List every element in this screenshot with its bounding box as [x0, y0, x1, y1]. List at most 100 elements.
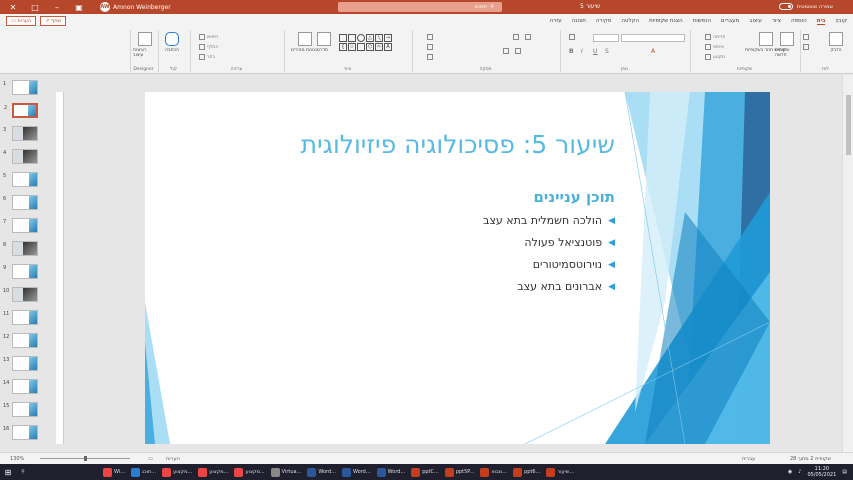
- comments-button[interactable]: ▭ הערות: [6, 16, 37, 26]
- slide-thumbnail[interactable]: 16: [3, 425, 38, 440]
- normal-view-icon[interactable]: ▭: [148, 456, 153, 462]
- dictate-button[interactable]: הכתבה: [165, 32, 179, 53]
- ribbon-tab[interactable]: תצוגה: [572, 18, 586, 24]
- brace-shape-icon[interactable]: {: [339, 43, 347, 51]
- slide-thumbnail[interactable]: 5: [3, 172, 38, 187]
- slide-thumbnail[interactable]: 1: [3, 80, 38, 95]
- bullet-list[interactable]: ◀ הולכה חשמלית בתא עצב ◀ פוטנציאל פעולה ◀ נוי…: [483, 214, 615, 302]
- start-button[interactable]: ⊞: [0, 465, 16, 479]
- hexagon-shape-icon[interactable]: ⬡: [366, 43, 374, 51]
- ribbon-tab[interactable]: הצגת שקופיות: [649, 18, 683, 24]
- smartart-button[interactable]: [427, 54, 433, 60]
- autosave-control[interactable]: שמירה אוטומטית: [778, 3, 833, 10]
- ribbon-tab[interactable]: ציור: [772, 18, 781, 24]
- taskbar-app-button[interactable]: Word...: [304, 465, 339, 479]
- taskbar-app-button[interactable]: Virtua...: [268, 465, 305, 479]
- volume-icon[interactable]: ♪: [798, 469, 801, 475]
- taskbar-app-button[interactable]: Word...: [374, 465, 409, 479]
- taskbar-app-button[interactable]: Word...: [339, 465, 374, 479]
- taskbar-search-button[interactable]: ⚲: [16, 465, 30, 479]
- taskbar-app-button[interactable]: מקצוע...: [195, 465, 231, 479]
- search-input[interactable]: חיפוש ⚲: [338, 2, 502, 12]
- zoom-level[interactable]: 130%: [10, 456, 24, 462]
- reuse-slides-button[interactable]: שימוש חוזר בשקופיות: [745, 32, 786, 53]
- bullets-button[interactable]: [513, 34, 519, 40]
- italic-button[interactable]: I: [581, 48, 583, 55]
- notes-button[interactable]: הערות: [166, 456, 180, 462]
- rectangle-shape-icon[interactable]: [339, 34, 347, 42]
- line-shape-icon[interactable]: ╲: [375, 34, 383, 42]
- section-button[interactable]: מקטע: [705, 54, 725, 60]
- grow-font-button[interactable]: [569, 34, 575, 40]
- scrollbar-thumb[interactable]: [846, 95, 851, 155]
- bullet-item[interactable]: ◀ אברונים בתא עצב: [483, 280, 615, 293]
- align-text-button[interactable]: [427, 44, 433, 50]
- cut-button[interactable]: [803, 34, 809, 40]
- ribbon-tab[interactable]: מעברים: [721, 18, 739, 24]
- ribbon-tab[interactable]: סקירה: [596, 18, 611, 24]
- share-button[interactable]: ↗ שתף: [40, 16, 67, 26]
- rectangle-shape-icon[interactable]: [357, 43, 365, 51]
- bold-button[interactable]: B: [569, 48, 574, 55]
- slide-subtitle[interactable]: תוכן עניינים: [533, 188, 615, 206]
- ribbon-tab[interactable]: עיצוב: [749, 18, 762, 24]
- slide-thumbnail[interactable]: 2: [4, 103, 38, 118]
- slide-thumbnail[interactable]: 4: [3, 149, 38, 164]
- text-direction-button[interactable]: [427, 34, 433, 40]
- ribbon-tab[interactable]: בית: [816, 18, 826, 25]
- layout-button[interactable]: פריסה: [705, 34, 725, 40]
- ribbon-tab[interactable]: הקלטה: [621, 18, 639, 24]
- taskbar-app-button[interactable]: מבוא...: [477, 465, 510, 479]
- slide-thumbnail[interactable]: 13: [3, 356, 38, 371]
- slide-canvas[interactable]: שיעור 5: פסיכולוגיה פיזיולוגית תוכן עניי…: [145, 92, 770, 444]
- slide-thumbnail[interactable]: 3: [3, 126, 38, 141]
- ribbon-tab[interactable]: הנפשות: [693, 18, 711, 24]
- strikethrough-button[interactable]: S: [605, 48, 609, 55]
- font-name-select[interactable]: [621, 34, 685, 42]
- align-center-button[interactable]: [515, 48, 521, 54]
- zoom-slider[interactable]: [40, 456, 130, 461]
- autosave-toggle[interactable]: [778, 3, 793, 10]
- network-icon[interactable]: ◉: [788, 469, 792, 475]
- oval-shape-icon[interactable]: [357, 34, 365, 42]
- user-account[interactable]: AW Amnon Weinberger: [100, 2, 171, 12]
- design-ideas-button[interactable]: רעיונות עיצוב: [133, 32, 156, 58]
- slide-thumbnail[interactable]: 14: [3, 379, 38, 394]
- slide-thumbnail[interactable]: 12: [3, 333, 38, 348]
- ribbon-display-icon[interactable]: ▣: [70, 0, 88, 14]
- bullet-item[interactable]: ◀ פוטנציאל פעולה: [483, 236, 615, 249]
- slide-title[interactable]: שיעור 5: פסיכולוגיה פיזיולוגית: [301, 130, 615, 159]
- find-button[interactable]: חיפוש: [199, 34, 218, 40]
- arrow-shape-icon[interactable]: ⇨: [375, 43, 383, 51]
- slide-thumbnail[interactable]: 6: [3, 195, 38, 210]
- taskbar-app-button[interactable]: pptC...: [408, 465, 442, 479]
- slide-thumbnail[interactable]: 10: [3, 287, 38, 302]
- ribbon-tab[interactable]: עזרה: [550, 18, 562, 24]
- ribbon-tab[interactable]: קובץ: [835, 18, 847, 24]
- triangle-shape-icon[interactable]: △: [366, 34, 374, 42]
- paste-button[interactable]: הדבק: [829, 32, 843, 53]
- taskbar-app-button[interactable]: ppt5P...: [442, 465, 478, 479]
- taskbar-app-button[interactable]: תוכנ...: [128, 465, 159, 479]
- ribbon-tab[interactable]: הוספה: [791, 18, 807, 24]
- notifications-icon[interactable]: ▤: [842, 469, 847, 475]
- replace-button[interactable]: החלף: [199, 44, 218, 50]
- text-box-icon[interactable]: A: [384, 43, 392, 51]
- copy-button[interactable]: [803, 44, 809, 50]
- select-button[interactable]: בחר: [199, 54, 215, 60]
- taskbar-app-button[interactable]: Wi...: [100, 465, 128, 479]
- arrow-shape-icon[interactable]: →: [384, 34, 392, 42]
- slide-thumbnail[interactable]: 7: [3, 218, 38, 233]
- shapes-gallery[interactable]: △ ╲ → { ☆ ⬡ ⇨ A: [339, 34, 392, 51]
- vertical-scrollbar[interactable]: [842, 75, 853, 452]
- slide-thumbnail[interactable]: 15: [3, 402, 38, 417]
- maximize-window-button[interactable]: □: [26, 0, 44, 14]
- clock[interactable]: 11:20 05/05/2021: [807, 466, 836, 478]
- minimize-window-button[interactable]: –: [48, 0, 66, 14]
- slide-thumbnail[interactable]: 9: [3, 264, 38, 279]
- taskbar-app-button[interactable]: ppt6...: [510, 465, 543, 479]
- slide-thumbnail[interactable]: 11: [3, 310, 38, 325]
- bullet-item[interactable]: ◀ נוירוטסמיטורים: [483, 258, 615, 271]
- rectangle-shape-icon[interactable]: [348, 34, 356, 42]
- taskbar-app-button[interactable]: מקצוע...: [159, 465, 195, 479]
